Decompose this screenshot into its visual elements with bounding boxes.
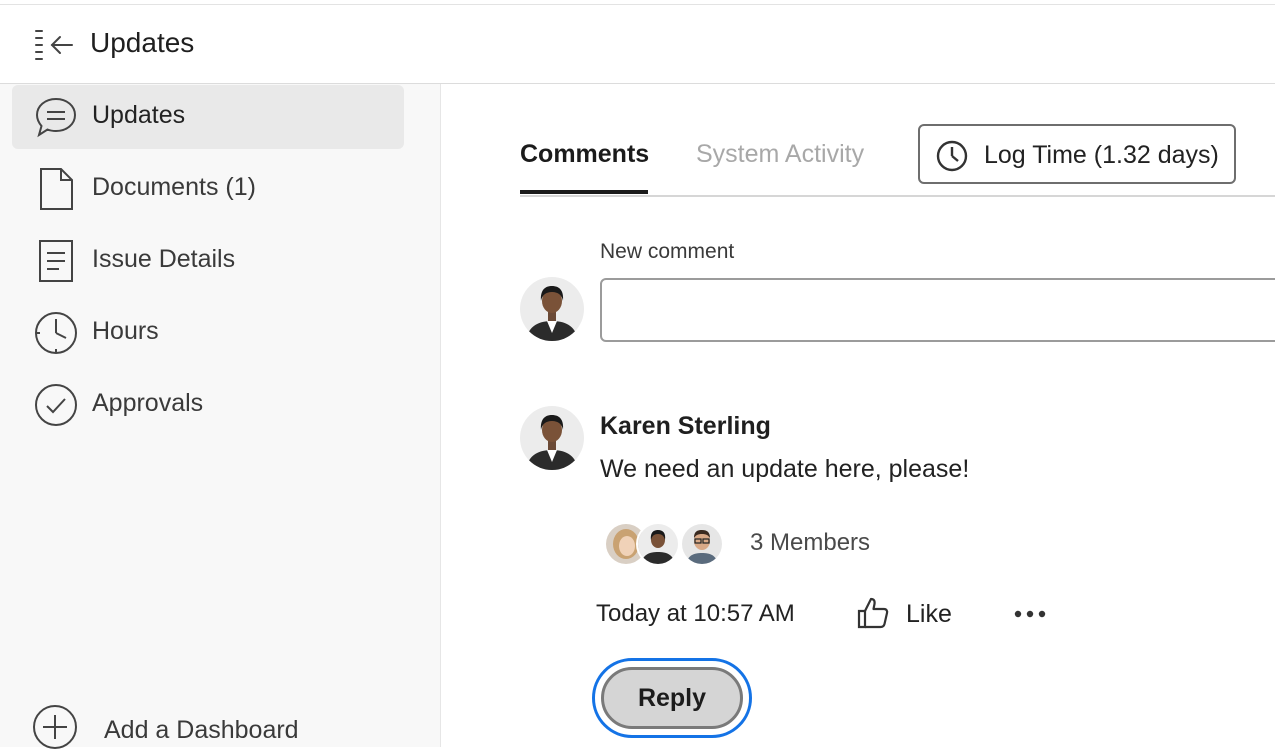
sidebar-collapse-icon[interactable] [32, 25, 76, 65]
sidebar-item-approvals[interactable]: Approvals [12, 373, 404, 437]
member-avatar [636, 522, 680, 566]
sidebar-item-label: Hours [92, 317, 159, 345]
avatar [520, 406, 584, 470]
sidebar-item-label: Approvals [92, 389, 204, 417]
tab-comments[interactable]: Comments [520, 140, 649, 169]
comment-timestamp: Today at 10:57 AM [596, 600, 795, 627]
sidebar-item-hours[interactable]: Hours [12, 301, 404, 365]
members-group[interactable]: 3 Members [604, 520, 904, 570]
check-circle-icon [34, 383, 78, 427]
active-tab-indicator [520, 190, 648, 194]
chat-bubble-icon [34, 95, 78, 139]
new-comment-label: New comment [600, 240, 735, 263]
plus-circle-icon [32, 704, 77, 749]
sidebar-item-documents[interactable]: Documents (1) [12, 157, 404, 221]
log-time-label: Log Time (1.32 days) [984, 141, 1219, 169]
member-avatar [680, 522, 724, 566]
new-comment-input[interactable] [600, 278, 1275, 342]
members-count: 3 Members [750, 529, 871, 556]
like-label: Like [906, 600, 952, 628]
sidebar-item-updates[interactable]: Updates [12, 85, 404, 149]
comment-author[interactable]: Karen Sterling [600, 412, 771, 441]
clock-icon [936, 140, 968, 172]
more-actions-button[interactable] [1010, 598, 1050, 630]
details-icon [34, 239, 78, 283]
like-button[interactable]: Like [856, 594, 966, 634]
sidebar-item-issue-details[interactable]: Issue Details [12, 229, 404, 293]
page-header: Updates [0, 5, 1275, 84]
comment-text: We need an update here, please! [600, 455, 970, 483]
page-title: Updates [90, 27, 195, 58]
sidebar-item-label: Issue Details [92, 245, 236, 273]
add-dashboard-label: Add a Dashboard [104, 716, 299, 744]
sidebar: Updates Documents (1) Issue Details Hour… [0, 84, 441, 749]
sidebar-item-label: Documents (1) [92, 173, 256, 201]
clock-icon [34, 311, 78, 355]
sidebar-item-label: Updates [92, 101, 186, 129]
tab-divider [520, 195, 1275, 197]
tab-system-activity[interactable]: System Activity [696, 140, 864, 169]
more-horizontal-icon [1010, 610, 1050, 634]
reply-button[interactable]: Reply [601, 667, 743, 729]
thumbs-up-icon [856, 596, 890, 630]
log-time-button[interactable]: Log Time (1.32 days) [918, 124, 1236, 184]
avatar [520, 277, 584, 341]
document-icon [34, 167, 78, 211]
